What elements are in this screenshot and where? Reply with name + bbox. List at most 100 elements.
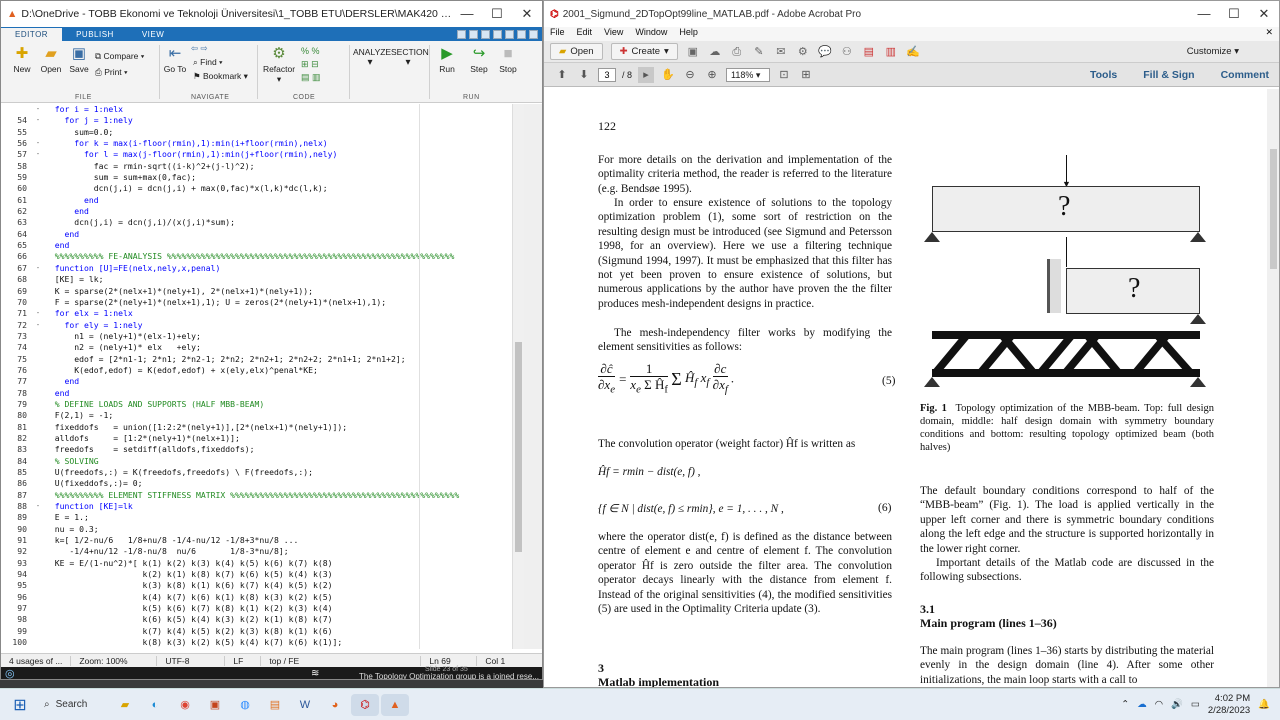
file-explorer-icon[interactable]: ▰ bbox=[111, 694, 139, 716]
wifi-icon[interactable]: ◠ bbox=[1155, 699, 1163, 710]
code-line[interactable]: 60 dcn(j,i) = dcn(j,i) + max(0,fac)*x(l,… bbox=[1, 183, 524, 194]
code-line[interactable]: 84 % SOLVING bbox=[1, 456, 524, 467]
code-line[interactable]: 69 K = sparse(2*(nelx+1)*(nely+1), 2*(ne… bbox=[1, 286, 524, 297]
powerpoint-icon[interactable]: ▣ bbox=[201, 694, 229, 716]
bookmark-button[interactable]: ⚑ Bookmark ▾ bbox=[193, 71, 248, 82]
fold-marker[interactable] bbox=[31, 251, 45, 262]
fold-marker[interactable] bbox=[31, 580, 45, 591]
fold-marker[interactable] bbox=[31, 388, 45, 399]
taskbar-clock[interactable]: 4:02 PM 2/28/2023 bbox=[1208, 693, 1250, 717]
code-line[interactable]: 71- for elx = 1:nelx bbox=[1, 308, 524, 319]
refactor-button[interactable]: ⚙ Refactor ▾ bbox=[261, 45, 297, 85]
fold-marker[interactable] bbox=[31, 195, 45, 206]
compare-button[interactable]: ⧉ Compare ▾ bbox=[95, 51, 144, 62]
code-line[interactable]: 57- for l = max(j-floor(rmin),1):min(j+f… bbox=[1, 149, 524, 160]
stop-button[interactable]: ■ Stop bbox=[495, 45, 521, 74]
stamp-icon[interactable]: ⚇ bbox=[840, 45, 854, 59]
code-line[interactable]: 56- for k = max(i-floor(rmin),1):min(i+f… bbox=[1, 138, 524, 149]
code-line[interactable]: 58 fac = rmin-sqrt((i-k)^2+(j-l)^2); bbox=[1, 161, 524, 172]
tab-publish[interactable]: PUBLISH bbox=[62, 28, 128, 41]
fold-marker[interactable] bbox=[31, 558, 45, 569]
code-line[interactable]: 79 % DEFINE LOADS AND SUPPORTS (HALF MBB… bbox=[1, 399, 524, 410]
code-line[interactable]: 65 end bbox=[1, 240, 524, 251]
code-line[interactable]: 68 [KE] = lk; bbox=[1, 274, 524, 285]
code-line[interactable]: 54- for j = 1:nely bbox=[1, 115, 524, 126]
open-file-button[interactable]: ▰ Open bbox=[550, 43, 603, 60]
fill-sign-panel-link[interactable]: Fill & Sign bbox=[1143, 69, 1194, 81]
print-icon[interactable]: ⎙ bbox=[730, 45, 744, 59]
tray-chevron-icon[interactable]: ⌃ bbox=[1121, 699, 1129, 710]
editor-vertical-scrollbar[interactable] bbox=[512, 104, 524, 649]
code-editor[interactable]: - for i = 1:nelx 54- for j = 1:nely 55 sum… bbox=[1, 104, 524, 649]
fold-marker[interactable] bbox=[31, 183, 45, 194]
code-line[interactable]: 95 k(3) k(8) k(1) k(6) k(7) k(4) k(5) k(… bbox=[1, 580, 524, 591]
fold-marker[interactable] bbox=[31, 274, 45, 285]
taskbar-search[interactable]: ⌕ Search bbox=[40, 699, 110, 710]
matlab-taskbar-icon[interactable]: ▲ bbox=[381, 693, 409, 716]
code-line[interactable]: 101 % bbox=[1, 649, 524, 650]
zoom-out-icon[interactable]: ⊖ bbox=[682, 67, 698, 83]
qa-copy-icon[interactable] bbox=[481, 29, 490, 39]
run-button[interactable]: ▶ Run bbox=[433, 45, 461, 74]
menu-edit[interactable]: Edit bbox=[577, 27, 593, 41]
fold-marker[interactable] bbox=[31, 456, 45, 467]
tools-panel-link[interactable]: Tools bbox=[1090, 69, 1117, 81]
zoom-in-icon[interactable]: ⊕ bbox=[704, 67, 720, 83]
fold-marker[interactable] bbox=[31, 637, 45, 648]
code-line[interactable]: 59 sum = sum+max(0,fac); bbox=[1, 172, 524, 183]
fold-marker[interactable]: - bbox=[31, 308, 45, 319]
pdf-export-icon[interactable]: ▥ bbox=[884, 45, 898, 59]
fold-marker[interactable] bbox=[31, 127, 45, 138]
customize-dropdown[interactable]: Customize ▾ bbox=[1187, 46, 1239, 57]
code-line[interactable]: 89 E = 1.; bbox=[1, 512, 524, 523]
code-line[interactable]: 75 edof = [2*n1-1; 2*n1; 2*n2-1; 2*n2; 2… bbox=[1, 354, 524, 365]
fold-marker[interactable] bbox=[31, 603, 45, 614]
fold-marker[interactable]: - bbox=[31, 138, 45, 149]
fold-marker[interactable] bbox=[31, 206, 45, 217]
sign-icon[interactable]: ✍ bbox=[906, 45, 920, 59]
code-line[interactable]: 90 nu = 0.3; bbox=[1, 524, 524, 535]
fold-marker[interactable] bbox=[31, 354, 45, 365]
fold-marker[interactable] bbox=[31, 331, 45, 342]
back-forward-buttons[interactable]: ⇦ ⇨ bbox=[191, 43, 208, 54]
qa-cut-icon[interactable] bbox=[469, 29, 478, 39]
code-line[interactable]: 72- for ely = 1:nely bbox=[1, 320, 524, 331]
previous-page-icon[interactable]: ⬆ bbox=[554, 67, 570, 83]
code-line[interactable]: 77 end bbox=[1, 376, 524, 387]
fold-marker[interactable]: - bbox=[31, 149, 45, 160]
code-line[interactable]: 78 end bbox=[1, 388, 524, 399]
fold-marker[interactable] bbox=[31, 399, 45, 410]
find-button[interactable]: ⌕ Find ▾ bbox=[193, 57, 223, 68]
goto-button[interactable]: ⇤ Go To bbox=[161, 45, 189, 74]
maximize-button[interactable]: ☐ bbox=[482, 6, 512, 22]
fold-marker[interactable] bbox=[31, 229, 45, 240]
fold-marker[interactable]: - bbox=[31, 115, 45, 126]
new-button[interactable]: ✚ New bbox=[7, 45, 37, 74]
code-line[interactable]: 97 k(5) k(6) k(7) k(8) k(1) k(2) k(3) k(… bbox=[1, 603, 524, 614]
pdf-page-view[interactable]: 122 For more details on the derivation a… bbox=[544, 89, 1267, 687]
code-line[interactable]: - for i = 1:nelx bbox=[1, 104, 524, 115]
code-line[interactable]: 88- function [KE]=lk bbox=[1, 501, 524, 512]
step-button[interactable]: ↪ Step bbox=[465, 45, 493, 74]
code-line[interactable]: 76 K(edof,edof) = K(edof,edof) + x(ely,e… bbox=[1, 365, 524, 376]
fold-marker[interactable] bbox=[31, 546, 45, 557]
fold-marker[interactable] bbox=[31, 626, 45, 637]
fold-marker[interactable] bbox=[31, 172, 45, 183]
code-line[interactable]: 62 end bbox=[1, 206, 524, 217]
fold-marker[interactable] bbox=[31, 376, 45, 387]
acrobat-taskbar-icon[interactable]: ⌬ bbox=[351, 693, 379, 716]
fold-marker[interactable] bbox=[31, 467, 45, 478]
hand-tool-icon[interactable]: ✋ bbox=[660, 67, 676, 83]
code-line[interactable]: 92 -1/4+nu/12 -1/8-nu/8 nu/6 1/8-3*nu/8]… bbox=[1, 546, 524, 557]
analyze-button[interactable]: ANALYZE ▾ bbox=[353, 47, 391, 68]
code-line[interactable]: 98 k(6) k(5) k(4) k(3) k(2) k(1) k(8) k(… bbox=[1, 614, 524, 625]
fold-marker[interactable] bbox=[31, 649, 45, 650]
fold-marker[interactable] bbox=[31, 240, 45, 251]
fold-marker[interactable]: - bbox=[31, 501, 45, 512]
code-line[interactable]: 82 alldofs = [1:2*(nely+1)*(nelx+1)]; bbox=[1, 433, 524, 444]
code-line[interactable]: 93 KE = E/(1-nu^2)*[ k(1) k(2) k(3) k(4)… bbox=[1, 558, 524, 569]
menu-help[interactable]: Help bbox=[679, 27, 698, 41]
fold-marker[interactable] bbox=[31, 410, 45, 421]
code-line[interactable]: 74 n2 = (nely+1)* elx +ely; bbox=[1, 342, 524, 353]
menu-file[interactable]: File bbox=[550, 27, 565, 41]
